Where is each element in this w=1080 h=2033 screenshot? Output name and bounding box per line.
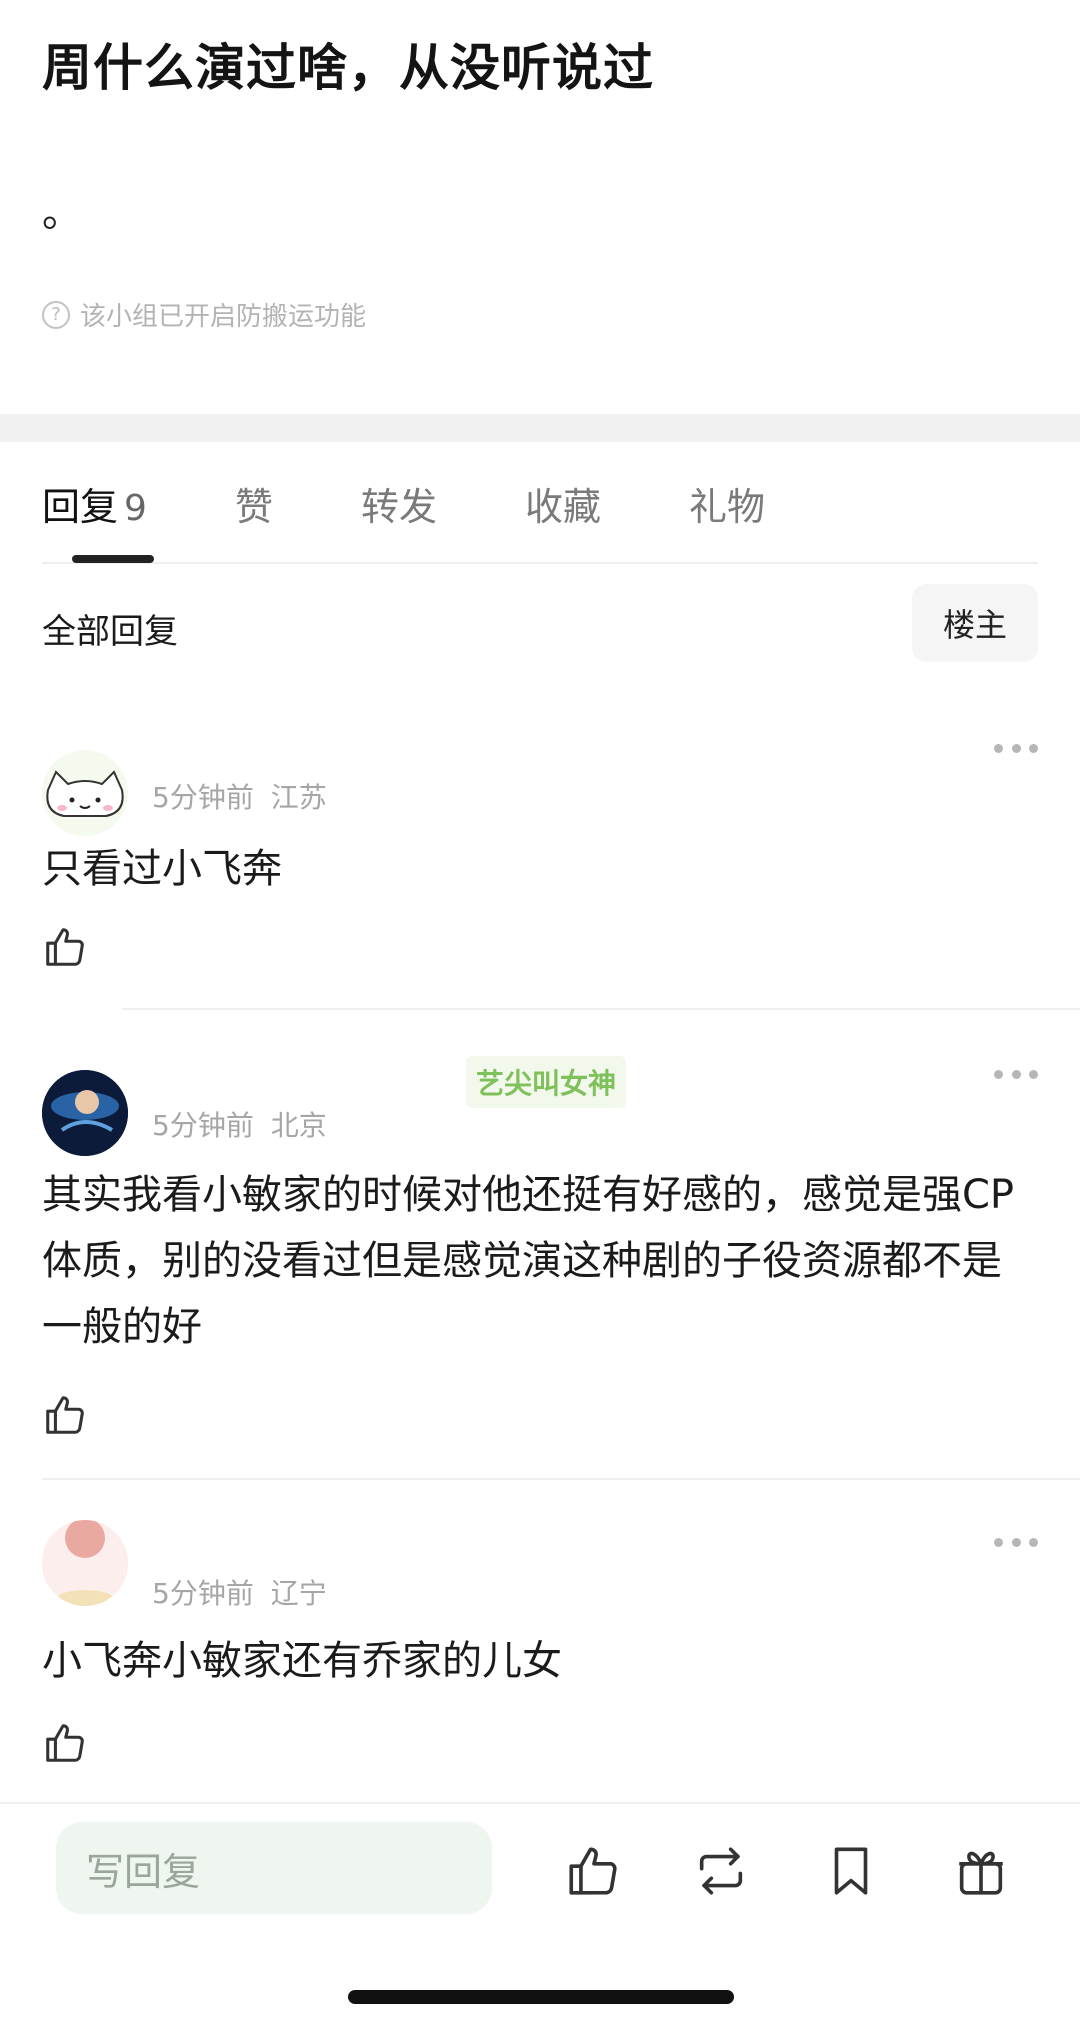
comment-text: 只看过小飞奔	[42, 846, 282, 892]
comment-text: 小飞奔小敏家还有乔家的儿女	[42, 1638, 562, 1684]
tab-gifts[interactable]: 礼物	[689, 476, 765, 531]
thumb-up-icon[interactable]	[564, 1842, 622, 1900]
tab-replies-label: 回复	[42, 485, 119, 529]
tab-likes[interactable]: 赞	[235, 476, 273, 531]
comment-divider	[122, 1008, 1080, 1010]
comment-location: 北京	[270, 1109, 327, 1142]
thumb-up-icon[interactable]	[42, 1392, 88, 1438]
anti-repost-note: ? 该小组已开启防搬运功能	[42, 296, 366, 333]
tab-favorites[interactable]: 收藏	[525, 476, 601, 531]
more-options-button[interactable]	[994, 742, 1038, 754]
comment-time: 5分钟前	[152, 1109, 254, 1142]
tabs-divider	[42, 562, 1038, 564]
comment-location: 江苏	[270, 781, 327, 814]
repost-icon[interactable]	[692, 1842, 750, 1900]
thumb-up-icon[interactable]	[42, 1720, 88, 1766]
more-options-button[interactable]	[994, 1068, 1038, 1080]
tab-replies-count: 9	[124, 488, 147, 529]
tab-forwards[interactable]: 转发	[361, 476, 437, 531]
user-badge: 艺尖叫女神	[466, 1056, 627, 1108]
all-replies-label[interactable]: 全部回复	[42, 604, 178, 653]
help-icon[interactable]: ?	[42, 300, 70, 329]
comment-meta: 5分钟前 江苏	[152, 776, 327, 816]
avatar[interactable]	[42, 1070, 128, 1156]
comment-meta: 5分钟前 辽宁	[152, 1572, 327, 1612]
cat-avatar-icon	[42, 750, 128, 836]
comment-location: 辽宁	[270, 1577, 327, 1610]
bookmark-icon[interactable]	[822, 1842, 880, 1900]
comment-text: 其实我看小敏家的时候对他还挺有好感的，感觉是强CP体质，别的没看过但是感觉演这种…	[42, 1172, 1015, 1350]
post-title: 周什么演过啥，从没听说过	[42, 39, 654, 97]
tab-bar: 回复 9 赞 转发 收藏 礼物	[42, 476, 853, 531]
op-only-button[interactable]: 楼主	[912, 584, 1038, 662]
home-indicator	[348, 1990, 734, 2004]
pink-avatar-icon	[42, 1520, 128, 1606]
section-gap	[0, 414, 1080, 442]
active-tab-indicator	[72, 555, 154, 563]
comment-divider	[42, 1478, 1080, 1480]
comment-meta: 5分钟前 北京	[152, 1104, 327, 1144]
anti-repost-text: 该小组已开启防搬运功能	[80, 302, 367, 332]
reply-input[interactable]: 写回复	[56, 1822, 492, 1914]
comment-time: 5分钟前	[152, 781, 254, 814]
thumb-up-icon[interactable]	[42, 924, 88, 970]
comment-time: 5分钟前	[152, 1577, 254, 1610]
more-options-button[interactable]	[994, 1536, 1038, 1548]
tab-replies[interactable]: 回复 9	[42, 476, 147, 531]
dark-blue-avatar-icon	[42, 1070, 128, 1156]
avatar[interactable]	[42, 750, 128, 836]
avatar[interactable]	[42, 1520, 128, 1606]
gift-icon[interactable]	[952, 1842, 1010, 1900]
post-body: 。	[42, 190, 82, 236]
